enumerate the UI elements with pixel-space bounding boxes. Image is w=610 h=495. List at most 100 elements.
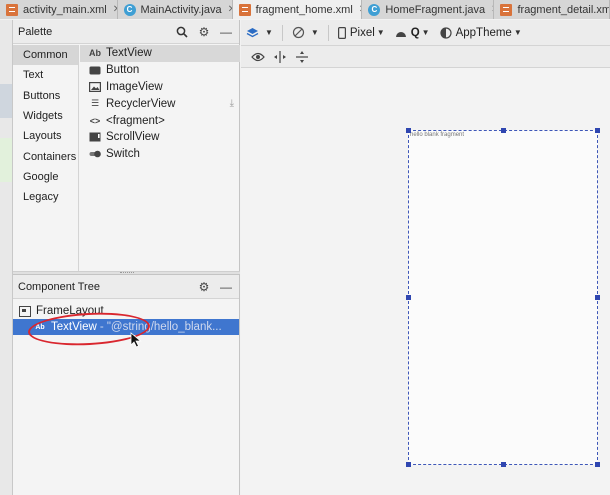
rotate-icon (292, 26, 305, 39)
tree-node-textview[interactable]: Ab TextView - "@string/hello_blank... (13, 319, 239, 335)
theme-selector[interactable]: AppTheme ▼ (435, 20, 527, 46)
palette-item-textview[interactable]: Ab TextView (80, 45, 240, 62)
mouse-cursor-icon (130, 332, 142, 348)
resize-handle[interactable] (595, 462, 600, 467)
editor-tab-bar: activity_main.xml ✕ C MainActivity.java … (0, 0, 610, 19)
palette-panel: Palette ⚙ — Common Text Buttons Widgets … (13, 20, 240, 273)
gear-icon[interactable]: ⚙ (196, 279, 212, 295)
tab-fragment-detail-xml[interactable]: fragment_detail.xml (494, 0, 610, 19)
resize-handle[interactable] (406, 462, 411, 467)
minimize-icon[interactable]: — (218, 279, 234, 295)
resize-handle[interactable] (595, 128, 600, 133)
device-selector[interactable]: Pixel ▼ (333, 20, 390, 46)
image-icon (88, 81, 102, 92)
resize-handle[interactable] (595, 295, 600, 300)
toolbar-separator (327, 24, 329, 41)
scroll-icon (88, 132, 102, 142)
palette-item-label: Button (106, 64, 140, 77)
java-class-icon: C (123, 3, 136, 16)
theme-icon (439, 26, 452, 39)
palette-item-label: RecyclerView (106, 97, 176, 110)
code-brackets-icon: <> (89, 115, 101, 126)
device-label: Pixel (349, 26, 375, 39)
gutter-marker (0, 84, 12, 118)
component-tree-title: Component Tree (18, 280, 100, 293)
palette-item-imageview[interactable]: ImageView (80, 79, 240, 96)
tree-node-label: TextView (51, 321, 97, 333)
design-surface[interactable]: hello blank fragment (241, 68, 610, 495)
tab-label: MainActivity.java (140, 3, 222, 16)
xml-file-icon (238, 3, 251, 16)
vertical-margin-icon[interactable] (291, 47, 313, 67)
resize-handle[interactable] (406, 295, 411, 300)
design-mode-button[interactable]: ▼ (241, 20, 278, 46)
palette-item-scrollview[interactable]: ScrollView (80, 129, 240, 146)
category-layouts[interactable]: Layouts (13, 126, 78, 146)
toolbar-separator (281, 24, 283, 41)
category-text[interactable]: Text (13, 65, 78, 85)
canvas-textview-text[interactable]: hello blank fragment (410, 132, 464, 138)
resize-handle[interactable] (501, 128, 506, 133)
orientation-button[interactable]: ▼ (287, 20, 324, 46)
xml-file-icon (500, 3, 513, 16)
tab-label: fragment_home.xml (255, 3, 353, 16)
component-tree-panel: Component Tree ⚙ — FrameLayout Ab TextVi… (13, 274, 240, 495)
tab-fragment-home-xml[interactable]: fragment_home.xml ✕ (232, 0, 363, 19)
resize-handle[interactable] (501, 462, 506, 467)
left-gutter (0, 20, 13, 495)
category-buttons[interactable]: Buttons (13, 86, 78, 106)
minimize-icon[interactable]: — (218, 24, 234, 40)
palette-item-button[interactable]: Button (80, 62, 240, 79)
tree-node-text-attr: - "@string/hello_blank... (99, 321, 222, 333)
resize-handle[interactable] (406, 128, 411, 133)
tab-label: HomeFragment.java (385, 3, 486, 16)
palette-item-switch[interactable]: Switch (80, 146, 240, 163)
layers-icon (246, 27, 259, 39)
horizontal-margin-icon[interactable] (269, 47, 291, 67)
tab-activity-main-xml[interactable]: activity_main.xml ✕ (0, 0, 118, 19)
xml-file-icon (6, 3, 18, 16)
theme-label: AppTheme (455, 26, 512, 39)
component-tree-header: Component Tree ⚙ — (13, 275, 239, 299)
palette-categories: Common Text Buttons Widgets Layouts Cont… (13, 45, 79, 273)
category-legacy[interactable]: Legacy (13, 187, 78, 207)
category-common[interactable]: Common (13, 45, 78, 66)
palette-items: Ab TextView Button ImageView ☰ RecyclerV… (80, 45, 240, 273)
phone-icon (337, 26, 346, 39)
download-icon[interactable]: ⤓ (230, 98, 234, 109)
tab-homefragment-java[interactable]: C HomeFragment.java ✕ (362, 0, 495, 19)
text-ab-icon: Ab (89, 48, 101, 59)
palette-item-label: ImageView (106, 80, 163, 93)
view-options-toolbar (241, 46, 610, 68)
tab-mainactivity-java[interactable]: C MainActivity.java ✕ (117, 0, 233, 19)
category-containers[interactable]: Containers (13, 146, 78, 166)
toggle-icon (88, 150, 102, 158)
tree-node-framelayout[interactable]: FrameLayout (13, 303, 239, 319)
chevron-down-icon: ▼ (376, 28, 385, 37)
tab-label: activity_main.xml (23, 3, 107, 16)
tree-node-label: FrameLayout (36, 305, 104, 317)
palette-item-label: TextView (106, 47, 152, 60)
eye-icon[interactable] (247, 47, 269, 67)
palette-item-fragment[interactable]: <> <fragment> (80, 112, 240, 129)
search-icon[interactable] (174, 24, 190, 40)
chevron-down-icon: ▼ (310, 28, 319, 37)
palette-title: Palette (18, 25, 53, 38)
framelayout-icon (19, 305, 31, 317)
category-widgets[interactable]: Widgets (13, 106, 78, 126)
palette-item-label: ScrollView (106, 131, 160, 144)
android-icon (395, 28, 407, 38)
api-level-selector[interactable]: Q ▼ (390, 20, 435, 46)
palette-header: Palette ⚙ — (13, 20, 239, 44)
palette-item-label: Switch (106, 148, 140, 161)
java-class-icon: C (368, 3, 381, 16)
button-icon (88, 66, 102, 75)
chevron-down-icon: ▼ (421, 28, 430, 37)
gear-icon[interactable]: ⚙ (196, 24, 212, 40)
api-level-label: Q (410, 26, 420, 39)
list-icon: ☰ (90, 98, 100, 109)
category-google[interactable]: Google (13, 167, 78, 187)
device-preview[interactable]: hello blank fragment (406, 128, 600, 467)
palette-item-recyclerview[interactable]: ☰ RecyclerView ⤓ (80, 95, 240, 112)
chevron-down-icon: ▼ (265, 28, 273, 37)
